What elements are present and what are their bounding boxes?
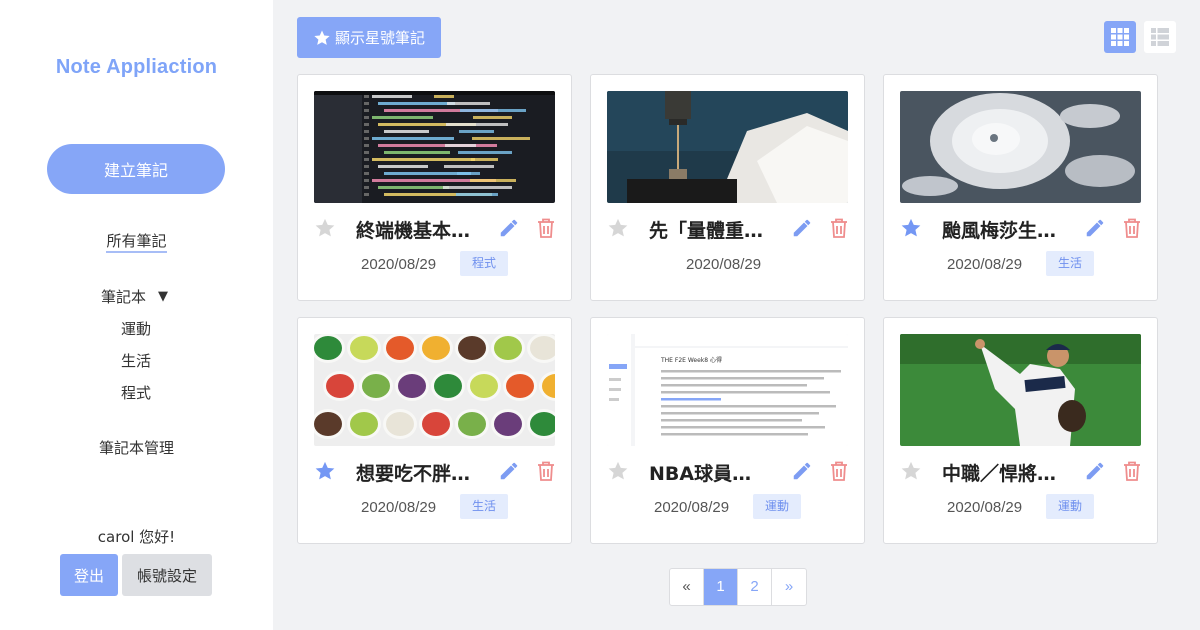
grid-view-toggle[interactable] xyxy=(1104,21,1136,53)
trash-icon[interactable] xyxy=(829,217,849,239)
note-date: 2020/08/29 xyxy=(686,256,762,273)
note-date: 2020/08/29 xyxy=(947,256,1023,273)
notebook-item-life[interactable]: 生活 xyxy=(121,350,151,371)
note-title[interactable]: 先「量體重… xyxy=(649,216,773,243)
nav-all-notes-label: 所有筆記 xyxy=(106,232,167,253)
pencil-icon[interactable] xyxy=(1084,217,1106,239)
article-heading-text: THE F2E Week8 心得 xyxy=(660,356,722,364)
create-note-button[interactable]: 建立筆記 xyxy=(47,144,225,194)
trash-icon[interactable] xyxy=(1122,217,1142,239)
account-settings-button[interactable]: 帳號設定 xyxy=(122,554,212,596)
grid-view-icon xyxy=(1111,28,1129,46)
logout-button[interactable]: 登出 xyxy=(60,554,118,596)
note-card[interactable]: 想要吃不胖… 2020/08/29 生活 xyxy=(297,317,572,544)
nav-all-notes[interactable]: 所有筆記 xyxy=(0,230,273,253)
note-cover-image xyxy=(900,334,1141,446)
star-icon[interactable] xyxy=(900,217,922,239)
star-icon[interactable] xyxy=(607,217,629,239)
trash-icon[interactable] xyxy=(536,217,556,239)
note-cover-image xyxy=(314,91,555,203)
note-tag-badge[interactable]: 生活 xyxy=(460,494,509,519)
note-title[interactable]: 中職／悍將… xyxy=(942,459,1066,486)
notebook-item-sports[interactable]: 運動 xyxy=(121,318,151,339)
note-card[interactable]: 中職／悍將… 2020/08/29 運動 xyxy=(883,317,1158,544)
notebook-toggle[interactable]: 筆記本 ▼ xyxy=(101,286,168,307)
pagination-page-1[interactable]: 1 xyxy=(704,569,738,605)
note-card[interactable]: 先「量體重… 2020/08/29 xyxy=(590,74,865,301)
note-tag-badge[interactable]: 程式 xyxy=(460,251,509,276)
star-icon[interactable] xyxy=(314,460,336,482)
pencil-icon[interactable] xyxy=(791,217,813,239)
trash-icon[interactable] xyxy=(1122,460,1142,482)
note-cover-image xyxy=(314,334,555,446)
note-date: 2020/08/29 xyxy=(361,256,437,273)
app-logo: Note Appliaction xyxy=(55,56,218,78)
user-greeting: carol 您好! xyxy=(97,528,176,546)
note-card[interactable]: THE F2E Week8 心得 NBA球員… 2020/08/29 運動 xyxy=(590,317,865,544)
pagination-next[interactable]: » xyxy=(772,569,806,605)
note-tag-badge[interactable]: 生活 xyxy=(1046,251,1095,276)
pencil-icon[interactable] xyxy=(498,460,520,482)
star-icon[interactable] xyxy=(314,217,336,239)
note-tag-badge[interactable]: 運動 xyxy=(1046,494,1095,519)
list-view-toggle[interactable] xyxy=(1144,21,1176,53)
notebook-manage-link[interactable]: 筆記本管理 xyxy=(0,437,273,458)
note-title[interactable]: NBA球員… xyxy=(649,459,773,486)
notebook-item-code[interactable]: 程式 xyxy=(121,382,151,403)
pagination-prev[interactable]: « xyxy=(670,569,704,605)
pencil-icon[interactable] xyxy=(1084,460,1106,482)
pencil-icon[interactable] xyxy=(498,217,520,239)
note-cover-image: THE F2E Week8 心得 xyxy=(607,334,848,446)
notebook-label: 筆記本 xyxy=(101,288,147,306)
trash-icon[interactable] xyxy=(829,460,849,482)
caret-down-icon: ▼ xyxy=(158,289,169,304)
pagination-page-2[interactable]: 2 xyxy=(738,569,772,605)
pagination: « 1 2 » xyxy=(669,568,807,606)
trash-icon[interactable] xyxy=(536,460,556,482)
note-date: 2020/08/29 xyxy=(654,499,730,516)
pencil-icon[interactable] xyxy=(791,460,813,482)
note-title[interactable]: 颱風梅莎生… xyxy=(942,216,1066,243)
list-view-icon xyxy=(1151,28,1169,46)
note-date: 2020/08/29 xyxy=(361,499,437,516)
note-cover-image xyxy=(607,91,848,203)
star-icon[interactable] xyxy=(900,460,922,482)
note-title[interactable]: 想要吃不胖… xyxy=(356,459,480,486)
star-icon[interactable] xyxy=(607,460,629,482)
star-icon xyxy=(314,30,330,45)
note-title[interactable]: 終端機基本… xyxy=(356,216,480,243)
sidebar: Note Appliaction 建立筆記 所有筆記 筆記本 ▼ 運動 生活 程… xyxy=(0,0,273,630)
note-cover-image xyxy=(900,91,1141,203)
show-starred-label: 顯示星號筆記 xyxy=(334,29,425,47)
note-date: 2020/08/29 xyxy=(947,499,1023,516)
note-tag-badge[interactable]: 運動 xyxy=(753,494,802,519)
note-card[interactable]: 終端機基本… 2020/08/29 程式 xyxy=(297,74,572,301)
show-starred-button[interactable]: 顯示星號筆記 xyxy=(297,17,441,58)
note-card[interactable]: 颱風梅莎生… 2020/08/29 生活 xyxy=(883,74,1158,301)
